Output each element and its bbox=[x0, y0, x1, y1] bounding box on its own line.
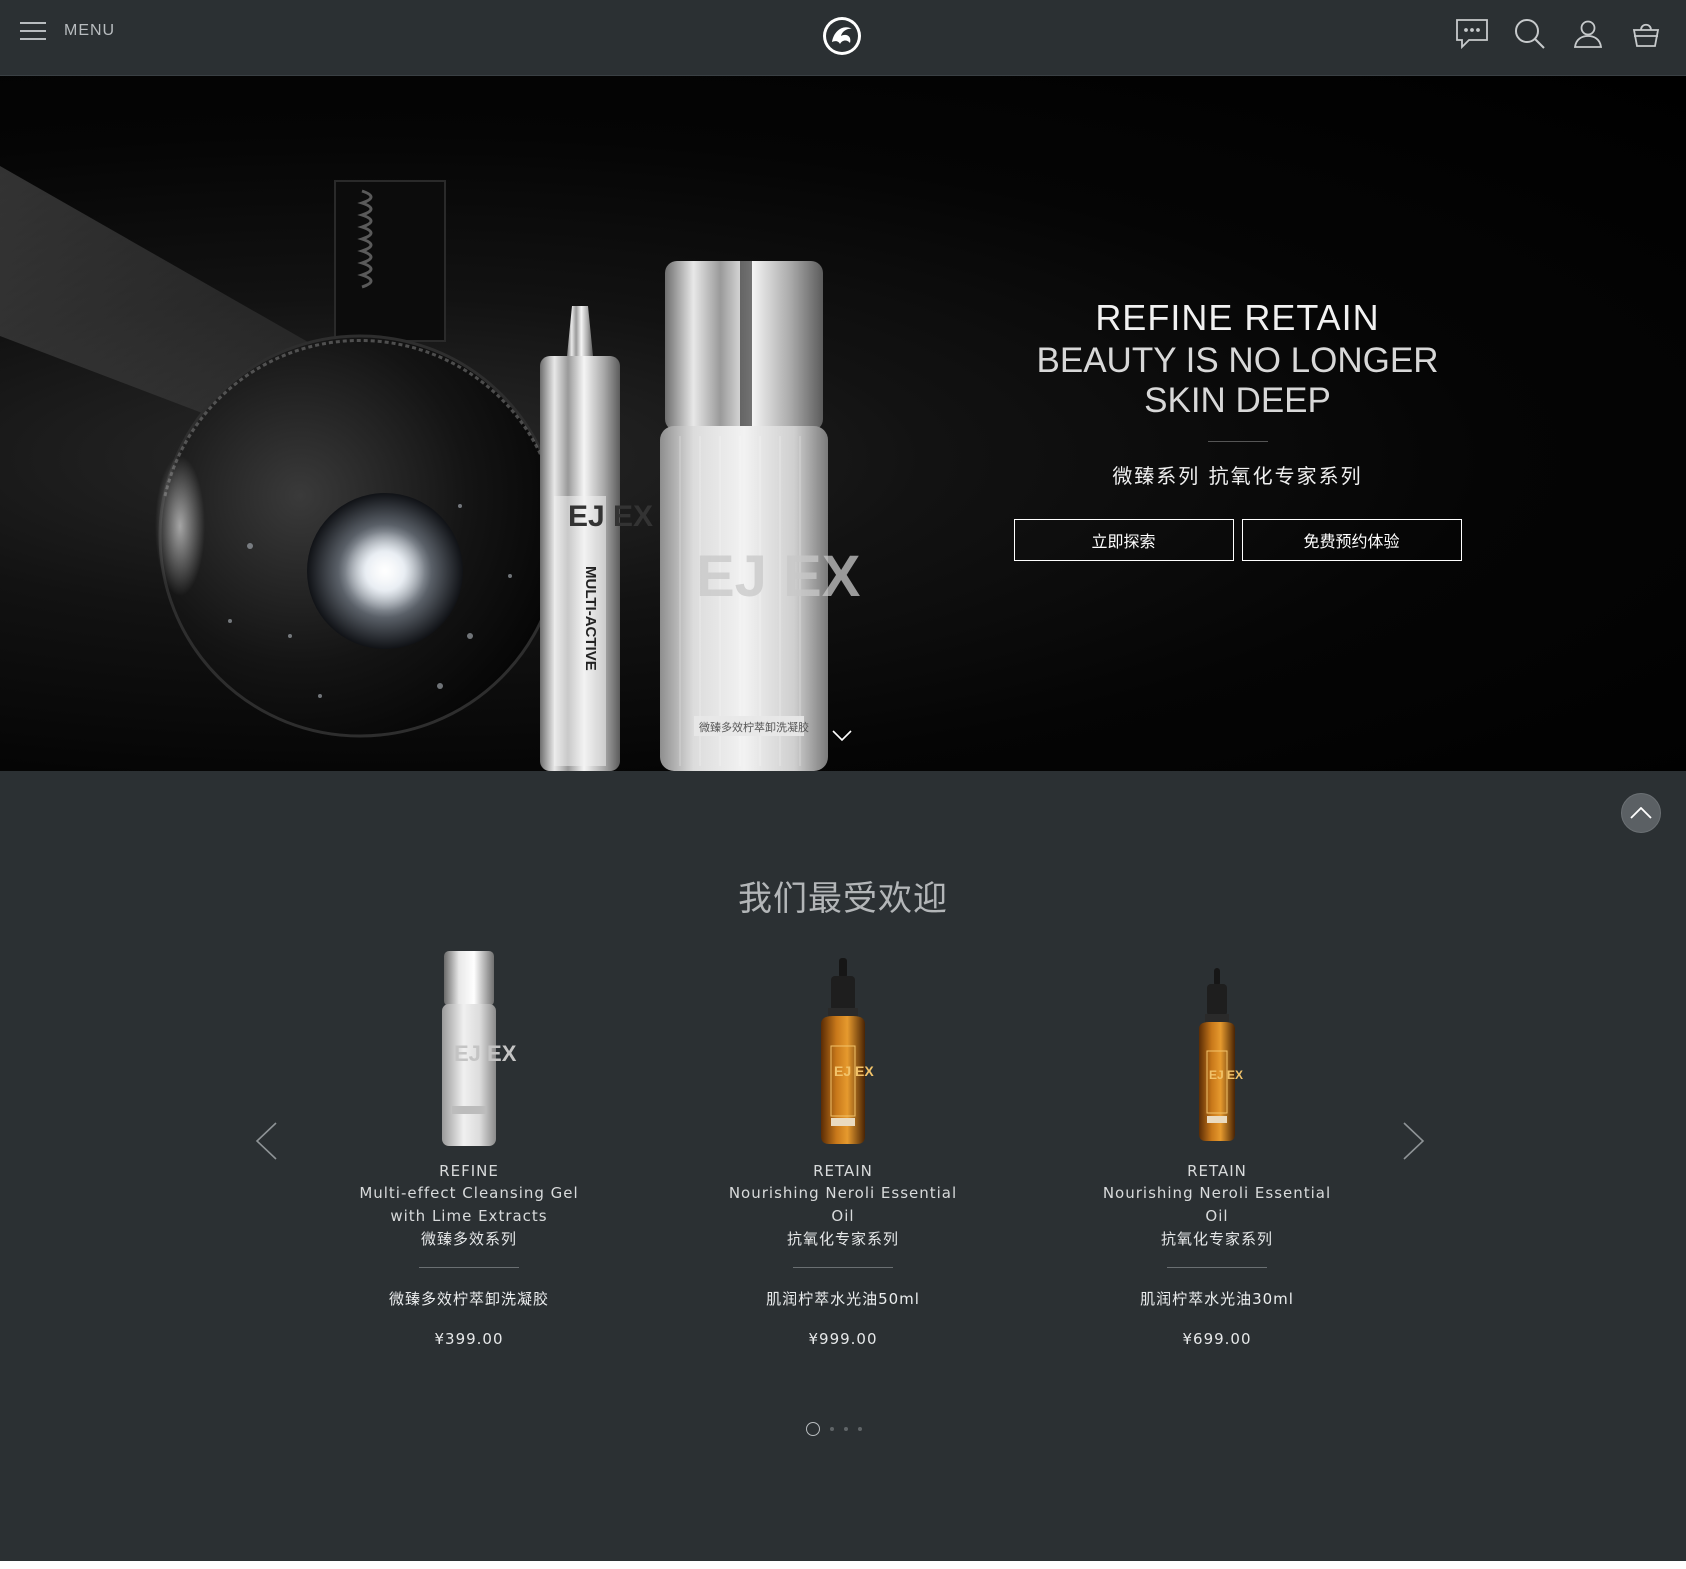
product-card[interactable]: EJ EX REFINE Multi-effect Cleansing Gel … bbox=[319, 946, 619, 1348]
pagination-dot-4[interactable] bbox=[858, 1427, 862, 1431]
book-trial-button[interactable]: 免费预约体验 bbox=[1241, 519, 1462, 561]
product-divider bbox=[1167, 1267, 1267, 1268]
product-series-cn: 抗氧化专家系列 bbox=[1160, 1230, 1273, 1248]
pagination-dot-1[interactable] bbox=[806, 1422, 820, 1436]
popular-products-section: 我们最受欢迎 EJ EX REFINE Multi-effect Cleansi… bbox=[0, 771, 1686, 1561]
product-card[interactable]: EJ EX RETAIN Nourishing Neroli Essential… bbox=[693, 946, 993, 1348]
hero-divider bbox=[1207, 441, 1268, 442]
bottle-label: 微臻多效柠萃卸洗凝胶 bbox=[699, 720, 809, 734]
product-name-en: Multi-effect Cleansing Gel with Lime Ext… bbox=[359, 1184, 579, 1225]
page-bottom-strip bbox=[0, 1561, 1686, 1569]
search-icon[interactable] bbox=[1510, 14, 1550, 54]
cart-icon[interactable] bbox=[1626, 14, 1666, 54]
product-price: ¥699.00 bbox=[1182, 1330, 1252, 1348]
menu-label: MENU bbox=[64, 22, 116, 39]
carousel-pagination bbox=[806, 1422, 862, 1436]
hero-subtitle: 微臻系列 抗氧化专家系列 bbox=[1112, 464, 1363, 488]
pagination-dot-3[interactable] bbox=[844, 1427, 848, 1431]
product-image[interactable]: EJ EX bbox=[1067, 946, 1367, 1156]
section-title: 我们最受欢迎 bbox=[738, 879, 948, 919]
product-series-en: RETAIN bbox=[1187, 1162, 1247, 1180]
product-brand-mark: EJ EX bbox=[834, 1063, 874, 1079]
hero-text-block: REFINE RETAIN BEAUTY IS NO LONGER SKIN D… bbox=[1000, 298, 1475, 561]
bottle-brand-mark: EJ EX bbox=[696, 544, 861, 609]
tube-label: MULTI-ACTIVE bbox=[582, 566, 599, 671]
product-divider bbox=[419, 1267, 519, 1268]
product-name-cn[interactable]: 微臻多效柠萃卸洗凝胶 bbox=[319, 1288, 619, 1309]
explore-button[interactable]: 立即探索 bbox=[1013, 519, 1234, 561]
chat-icon[interactable] bbox=[1452, 14, 1492, 54]
product-name-en: Nourishing Neroli Essential Oil bbox=[728, 1184, 958, 1225]
hero-tagline: BEAUTY IS NO LONGER SKIN DEEP bbox=[1036, 341, 1439, 420]
hero-banner: EJ EX MULTI-ACTIVE EJ EX 微臻多效柠萃卸洗凝胶 REFI… bbox=[0, 76, 1686, 771]
product-image[interactable]: EJ EX bbox=[319, 946, 619, 1156]
chevron-up-icon bbox=[1630, 807, 1652, 819]
product-name-cn[interactable]: 肌润柠萃水光油30ml bbox=[1067, 1288, 1367, 1309]
carousel-next-arrow-icon[interactable] bbox=[1402, 1121, 1426, 1161]
product-brand-mark: EJ EX bbox=[1209, 1068, 1243, 1082]
carousel-prev-arrow-icon[interactable] bbox=[254, 1121, 278, 1161]
product-series-cn: 抗氧化专家系列 bbox=[786, 1230, 899, 1248]
product-divider bbox=[793, 1267, 893, 1268]
product-series-cn: 微臻多效系列 bbox=[420, 1230, 517, 1248]
brand-logo[interactable] bbox=[822, 16, 862, 56]
menu-icon[interactable] bbox=[20, 22, 46, 40]
product-name-cn[interactable]: 肌润柠萃水光油50ml bbox=[693, 1288, 993, 1309]
user-icon[interactable] bbox=[1568, 14, 1608, 54]
product-brand-mark: EJ EX bbox=[454, 1041, 517, 1066]
back-to-top-button[interactable] bbox=[1621, 793, 1661, 833]
product-series-en: RETAIN bbox=[813, 1162, 873, 1180]
product-price: ¥999.00 bbox=[808, 1330, 878, 1348]
product-image[interactable]: EJ EX bbox=[693, 946, 993, 1156]
menu-button[interactable]: MENU bbox=[20, 22, 115, 40]
product-card[interactable]: EJ EX RETAIN Nourishing Neroli Essential… bbox=[1067, 946, 1367, 1348]
top-nav-bar: MENU bbox=[0, 0, 1686, 76]
tube-brand-mark: EJ EX bbox=[568, 500, 653, 533]
scroll-down-icon[interactable] bbox=[832, 730, 852, 742]
product-name-en: Nourishing Neroli Essential Oil bbox=[1102, 1184, 1332, 1225]
hero-product-image: EJ EX MULTI-ACTIVE EJ EX 微臻多效柠萃卸洗凝胶 bbox=[0, 166, 861, 771]
pagination-dot-2[interactable] bbox=[830, 1427, 834, 1431]
hero-title: REFINE RETAIN bbox=[1095, 297, 1380, 338]
product-price: ¥399.00 bbox=[434, 1330, 504, 1348]
product-series-en: REFINE bbox=[439, 1162, 499, 1180]
